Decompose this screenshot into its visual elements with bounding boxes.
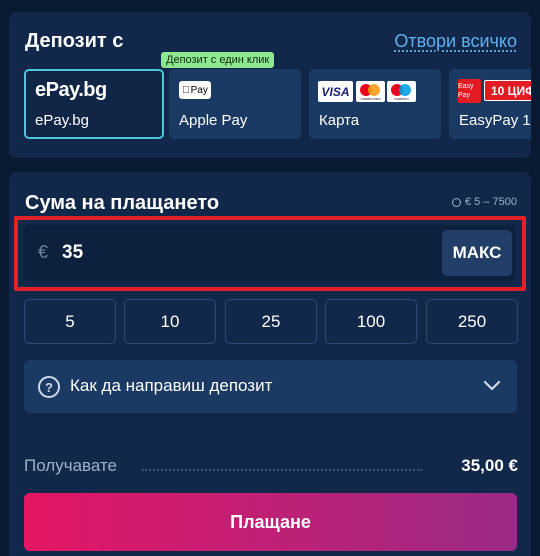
method-easypay-label: EasyPay 10 [459,112,531,129]
payment-methods-panel: Депозит с Отвори всичко ePay.bg ePay.bg … [9,12,531,158]
chevron-down-icon [483,380,501,391]
amount-range-text: € 5 – 7500 [465,196,517,208]
amount-field: € МАКС [24,225,516,281]
method-apple-pay[interactable]:  Pay Apple Pay [169,69,301,139]
easypay-logo: Easy Pay [458,79,481,103]
max-button[interactable]: МАКС [442,230,512,276]
how-to-deposit-label: Как да направиш депозит [70,376,273,395]
preset-10[interactable]: 10 [124,299,216,344]
mastercard-logo: mastercard [356,81,385,102]
method-card[interactable]: VISA mastercard maestro Карта [309,69,441,139]
method-apple-pay-label: Apple Pay [179,112,248,129]
method-easypay[interactable]: Easy Pay 10 ЦИФ EasyPay 10 [449,69,531,139]
epay-logo: ePay.bg [35,79,107,101]
preset-100[interactable]: 100 [325,299,417,344]
currency-symbol: € [38,242,49,262]
apple-pay-logo-text: Pay [186,84,208,96]
receive-dots [142,469,422,471]
apple-pay-logo:  Pay [179,81,211,99]
how-to-deposit-accordion[interactable]: ? Как да направиш депозит [24,360,517,413]
method-card-label: Карта [319,112,360,129]
preset-25[interactable]: 25 [225,299,317,344]
method-epay[interactable]: ePay.bg ePay.bg [24,69,164,139]
question-icon: ? [38,376,60,398]
easypay-tag: 10 ЦИФ [484,80,531,101]
amount-title: Сума на плащането [25,192,220,214]
receive-value: 35,00 € [461,456,518,475]
receive-row: Получавате 35,00 € [24,456,518,478]
one-click-badge: Депозит с един клик [161,52,275,68]
amount-range: € 5 – 7500 [452,196,517,208]
apple-icon:  [182,85,190,96]
visa-logo: VISA [318,81,353,102]
maestro-logo: maestro [387,81,416,102]
amount-input[interactable] [62,239,402,267]
preset-amounts: 5 10 25 100 250 [24,299,518,344]
method-epay-label: ePay.bg [35,112,89,129]
preset-5[interactable]: 5 [24,299,116,344]
preset-250[interactable]: 250 [426,299,518,344]
deposit-title: Депозит с [25,30,124,52]
receive-label: Получавате [24,456,118,475]
show-all-link[interactable]: Отвори всичко [394,31,517,52]
amount-panel: Сума на плащането € 5 – 7500 € МАКС 5 10… [9,172,531,556]
pay-button[interactable]: Плащане [24,493,517,551]
coin-stack-icon [452,197,461,207]
